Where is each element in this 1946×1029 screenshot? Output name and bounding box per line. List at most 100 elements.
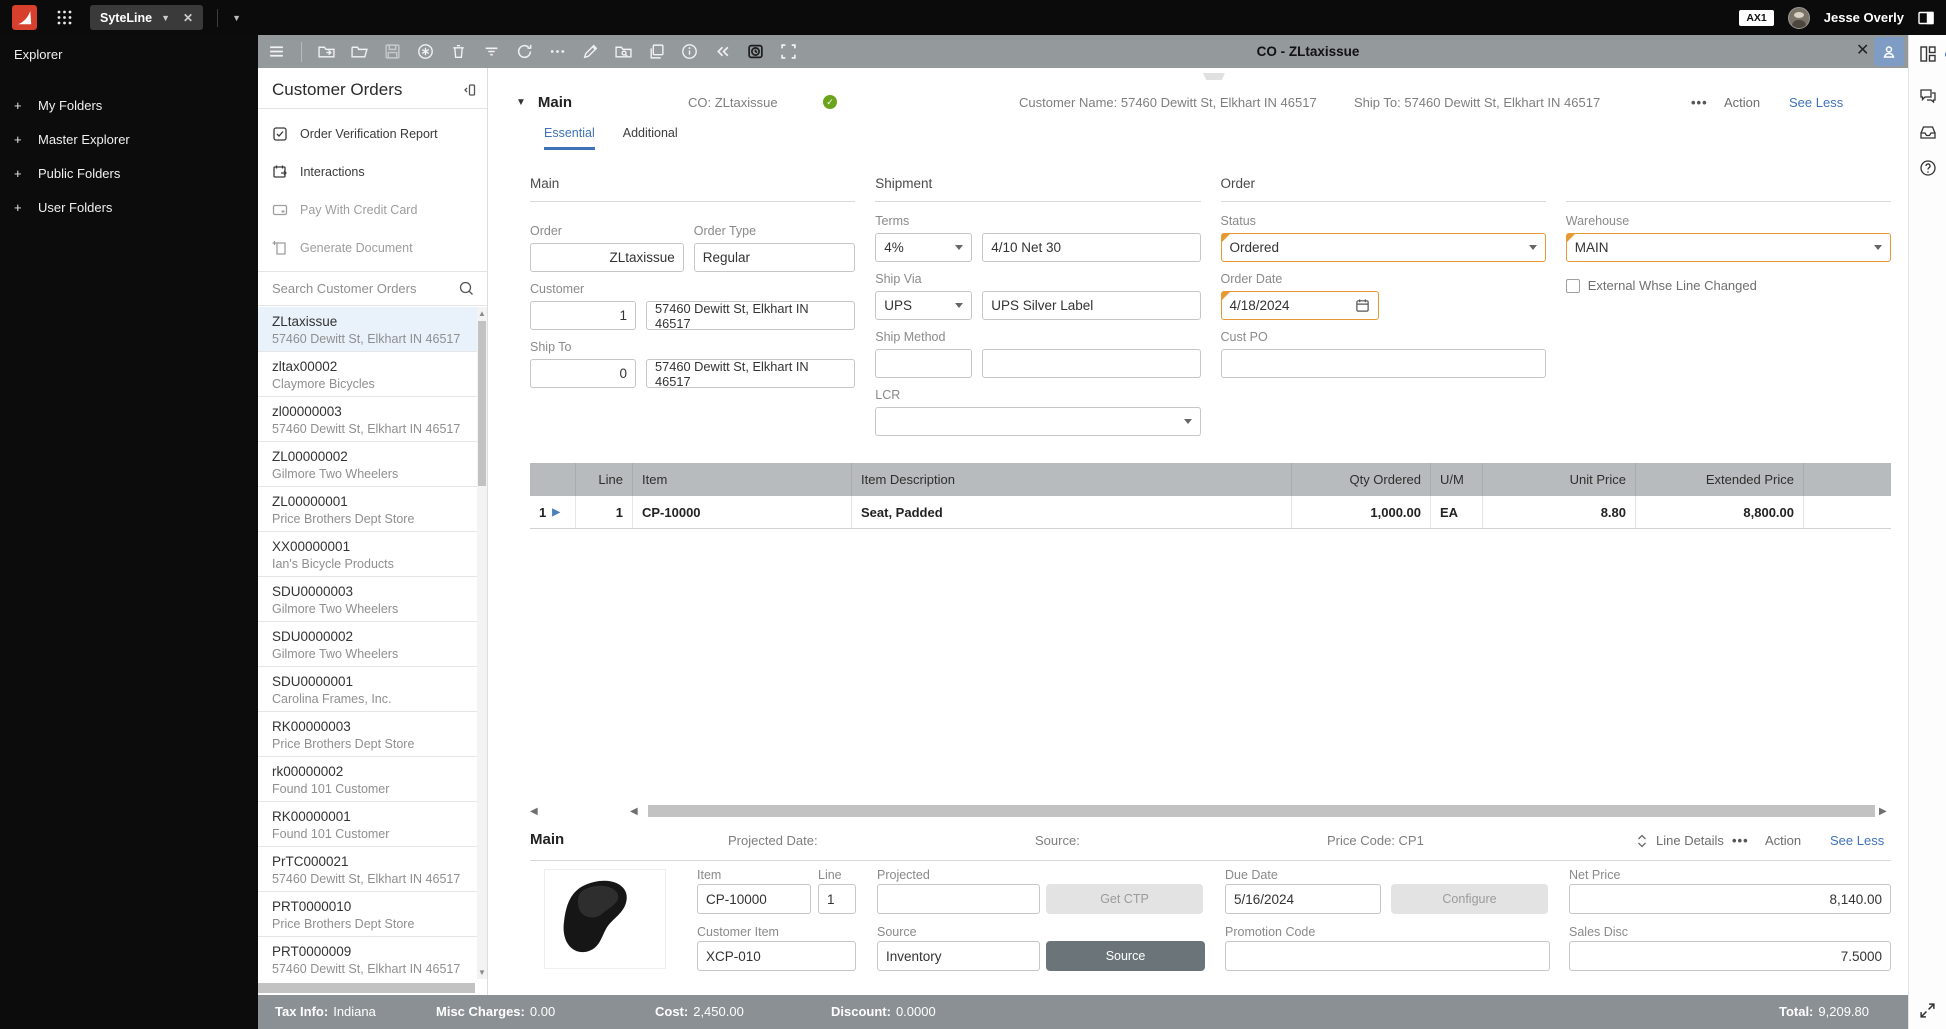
expand-workspace-icon[interactable] [1919, 1002, 1936, 1019]
scrollbar-thumb[interactable] [478, 321, 486, 486]
list-item[interactable]: RK00000001 Found 101 Customer [258, 802, 477, 847]
chat-icon[interactable] [1919, 87, 1937, 105]
grid-horizontal-scrollbar[interactable]: ◀ ◀ ▶ [530, 804, 1891, 818]
panel-horizontal-scrollbar[interactable] [258, 983, 475, 993]
get-ctp-button[interactable]: Get CTP [1046, 884, 1203, 914]
grid-header-line[interactable]: Line [576, 463, 633, 496]
new-record-icon[interactable] [417, 43, 434, 60]
grid-header-um[interactable]: U/M [1431, 463, 1483, 496]
status-select[interactable]: Ordered [1220, 233, 1546, 262]
sidebar-item-master-explorer[interactable]: + Master Explorer [0, 122, 258, 156]
list-item[interactable]: zl00000003 57460 Dewitt St, Elkhart IN 46… [258, 397, 477, 442]
customer-number-field[interactable]: 1 [530, 301, 636, 330]
cust-po-field[interactable] [1220, 349, 1546, 378]
list-item[interactable]: PRT0000009 57460 Dewitt St, Elkhart IN 46… [258, 937, 477, 981]
list-item[interactable]: PRT0000010 Price Brothers Dept Store [258, 892, 477, 937]
grid-header-rownum[interactable] [530, 463, 576, 496]
cell-um[interactable]: EA [1431, 496, 1483, 528]
form-drag-handle[interactable] [1203, 73, 1225, 80]
source-button[interactable]: Source [1046, 941, 1205, 971]
copy-icon[interactable] [648, 43, 665, 60]
action-generate-document[interactable]: Generate Document [258, 229, 487, 267]
scrollbar-thumb[interactable] [648, 805, 1875, 817]
cell-unit-price[interactable]: 8.80 [1483, 496, 1636, 528]
save-icon[interactable] [384, 43, 401, 60]
cell-qty[interactable]: 1,000.00 [1292, 496, 1431, 528]
scroll-up-icon[interactable]: ▲ [477, 309, 487, 318]
list-item[interactable]: SDU0000001 Carolina Frames, Inc. [258, 667, 477, 712]
search-icon[interactable] [458, 280, 475, 297]
configure-button[interactable]: Configure [1391, 884, 1548, 914]
list-item[interactable]: rk00000002 Found 101 Customer [258, 757, 477, 802]
promotion-code-field[interactable] [1225, 941, 1550, 971]
detail-see-less-link[interactable]: See Less [1830, 833, 1884, 848]
collapse-left-icon[interactable] [714, 43, 731, 60]
scroll-left-icon[interactable]: ◀ [630, 806, 644, 817]
cell-item[interactable]: CP-10000 [633, 496, 852, 528]
ship-to-number-field[interactable]: 0 [530, 359, 636, 388]
tab-chevron-down-icon[interactable]: ▼ [161, 13, 170, 23]
header-see-less-link[interactable]: See Less [1789, 95, 1843, 110]
list-item[interactable]: ZL00000002 Gilmore Two Wheelers [258, 442, 477, 487]
list-item[interactable]: SDU0000003 Gilmore Two Wheelers [258, 577, 477, 622]
expand-plus-icon[interactable]: + [14, 132, 38, 147]
widgets-icon[interactable] [1919, 45, 1946, 63]
warehouse-select[interactable]: MAIN [1565, 233, 1891, 262]
external-whse-checkbox[interactable] [1565, 278, 1580, 293]
list-item[interactable]: zltax00002 Claymore Bicycles [258, 352, 477, 397]
list-item[interactable]: XX00000001 Ian's Bicycle Products [258, 532, 477, 577]
ship-to-address-field[interactable]: 57460 Dewitt St, Elkhart IN 46517 [646, 359, 856, 389]
action-interactions[interactable]: Interactions [258, 153, 487, 191]
due-date-field[interactable]: 5/16/2024 [1225, 884, 1381, 914]
refresh-icon[interactable] [516, 43, 533, 60]
detail-action-menu[interactable]: Action [1765, 833, 1801, 848]
cell-ext-price[interactable]: 8,800.00 [1636, 496, 1804, 528]
terms-description-field[interactable]: 4/10 Net 30 [982, 233, 1201, 262]
projected-field[interactable] [877, 884, 1040, 914]
row-selector-cell[interactable]: 1 ▶ [530, 496, 576, 528]
sidebar-item-my-folders[interactable]: + My Folders [0, 88, 258, 122]
menu-icon[interactable] [268, 43, 285, 60]
infor-logo[interactable] [12, 5, 37, 30]
sidebar-item-public-folders[interactable]: + Public Folders [0, 156, 258, 190]
list-item[interactable]: SDU0000002 Gilmore Two Wheelers [258, 622, 477, 667]
line-details-sort-icon[interactable] [1636, 834, 1648, 848]
terms-select[interactable]: 4% [875, 233, 973, 262]
grid-header-item[interactable]: Item [633, 463, 852, 496]
expand-plus-icon[interactable]: + [14, 98, 38, 113]
panel-toggle-icon[interactable] [1918, 10, 1934, 26]
edit-icon[interactable] [582, 43, 599, 60]
ship-via-description-field[interactable]: UPS Silver Label [982, 291, 1201, 320]
open-in-new-folder-icon[interactable] [318, 43, 335, 60]
detail-more-icon[interactable]: ••• [1732, 833, 1749, 848]
list-item[interactable]: RK00000003 Price Brothers Dept Store [258, 712, 477, 757]
scroll-right-icon[interactable]: ▶ [1879, 806, 1891, 817]
collapse-panel-icon[interactable] [461, 82, 477, 98]
item-field[interactable]: CP-10000 [697, 884, 811, 914]
action-order-verification-report[interactable]: Order Verification Report [258, 115, 487, 153]
action-pay-with-credit-card[interactable]: Pay With Credit Card [258, 191, 487, 229]
list-scrollbar[interactable]: ▲ ▼ [477, 307, 487, 979]
more-actions-icon[interactable] [549, 43, 566, 60]
list-item[interactable]: PrTC000021 57460 Dewitt St, Elkhart IN 46… [258, 847, 477, 892]
order-field[interactable]: ZLtaxissue [530, 243, 684, 272]
customer-item-field[interactable]: XCP-010 [697, 941, 856, 971]
scroll-down-icon[interactable]: ▼ [477, 968, 487, 977]
calendar-icon[interactable] [1355, 298, 1370, 313]
find-in-folder-icon[interactable] [615, 43, 632, 60]
maximize-icon[interactable] [780, 43, 797, 60]
order-type-field[interactable]: Regular [693, 243, 856, 272]
ship-via-select[interactable]: UPS [875, 291, 973, 320]
grid-header-qty[interactable]: Qty Ordered [1292, 463, 1431, 496]
cell-line[interactable]: 1 [576, 496, 633, 528]
open-folder-icon[interactable] [351, 43, 368, 60]
net-price-field[interactable]: 8,140.00 [1569, 884, 1891, 914]
header-action-menu[interactable]: Action [1724, 95, 1760, 110]
user-panel-button[interactable] [1874, 37, 1904, 66]
sales-disc-field[interactable]: 7.5000 [1569, 941, 1891, 971]
customer-address-field[interactable]: 57460 Dewitt St, Elkhart IN 46517 [646, 301, 856, 331]
help-icon[interactable] [1919, 159, 1937, 177]
tab-additional[interactable]: Additional [623, 126, 678, 150]
grid-header-ext-price[interactable]: Extended Price [1636, 463, 1804, 496]
info-icon[interactable] [681, 43, 698, 60]
